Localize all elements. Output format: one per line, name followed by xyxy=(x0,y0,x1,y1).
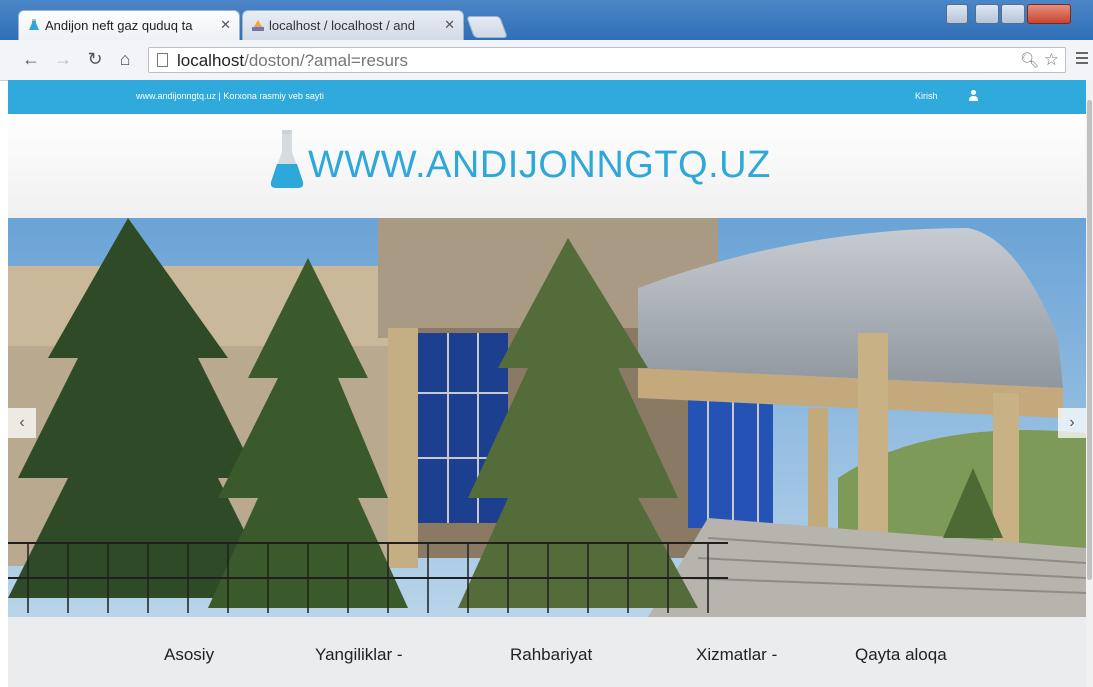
flask-icon xyxy=(29,19,39,30)
image-slider: ‹ › xyxy=(8,218,1086,617)
reload-icon[interactable]: ↻ xyxy=(84,49,106,70)
maximize-button[interactable] xyxy=(1001,4,1025,24)
profile-button[interactable] xyxy=(946,4,968,24)
browser-toolbar: ← → ↻ ⌂ localhost/doston/?amal=resurs 🔍︎… xyxy=(0,40,1093,81)
tab-title: localhost / localhost / and xyxy=(269,18,415,33)
flask-logo-icon xyxy=(270,130,304,188)
back-icon[interactable]: ← xyxy=(20,49,42,70)
page-scrollbar[interactable] xyxy=(1086,80,1093,687)
tab-phpmyadmin[interactable]: localhost / localhost / and ✕ xyxy=(242,10,464,40)
close-tab-icon[interactable]: ✕ xyxy=(220,17,231,33)
browser-tabstrip: Andijon neft gaz quduq ta ✕ localhost / … xyxy=(0,0,1093,40)
slider-next-button[interactable]: › xyxy=(1058,408,1086,438)
nav-item-yangiliklar[interactable]: Yangiliklar - xyxy=(315,645,403,665)
new-tab-button[interactable] xyxy=(465,16,509,38)
menu-icon[interactable] xyxy=(1076,49,1088,67)
site-logo-text[interactable]: WWW.ANDIJONNGTQ.UZ xyxy=(308,144,771,187)
url-text: localhost/doston/?amal=resurs xyxy=(177,51,409,70)
nav-item-qayta-aloqa[interactable]: Qayta aloqa xyxy=(855,645,947,665)
bookmark-star-icon[interactable]: ☆ xyxy=(1044,50,1059,70)
close-tab-icon[interactable]: ✕ xyxy=(444,17,455,33)
user-icon[interactable] xyxy=(968,90,978,102)
tab-title: Andijon neft gaz quduq ta xyxy=(45,18,193,33)
main-nav: Asosiy Yangiliklar - Rahbariyat Xizmatla… xyxy=(8,617,1086,687)
page-icon xyxy=(157,53,168,67)
nav-item-rahbariyat[interactable]: Rahbariyat xyxy=(510,645,592,665)
minimize-button[interactable] xyxy=(975,4,999,24)
site-info-text: www.andijonngtq.uz | Korxona rasmiy veb … xyxy=(136,91,324,101)
scrollbar-thumb[interactable] xyxy=(1087,100,1092,580)
top-info-bar: www.andijonngtq.uz | Korxona rasmiy veb … xyxy=(8,80,1086,114)
tab-andijon[interactable]: Andijon neft gaz quduq ta ✕ xyxy=(18,10,240,40)
login-link[interactable]: Kirish xyxy=(915,91,938,101)
site-header: WWW.ANDIJONNGTQ.UZ xyxy=(8,114,1086,218)
forward-icon[interactable]: → xyxy=(52,49,74,70)
page-viewport: www.andijonngtq.uz | Korxona rasmiy veb … xyxy=(8,80,1086,687)
nav-item-asosiy[interactable]: Asosiy xyxy=(164,645,214,665)
building-photo xyxy=(8,218,1086,617)
zoom-icon[interactable]: 🔍︎ xyxy=(1020,51,1039,69)
home-icon[interactable]: ⌂ xyxy=(114,49,136,70)
phpmyadmin-icon xyxy=(252,20,264,31)
window-close-button[interactable] xyxy=(1027,4,1071,24)
slider-prev-button[interactable]: ‹ xyxy=(8,408,36,438)
address-bar[interactable]: localhost/doston/?amal=resurs 🔍︎ ☆ xyxy=(148,47,1066,73)
nav-item-xizmatlar[interactable]: Xizmatlar - xyxy=(696,645,777,665)
